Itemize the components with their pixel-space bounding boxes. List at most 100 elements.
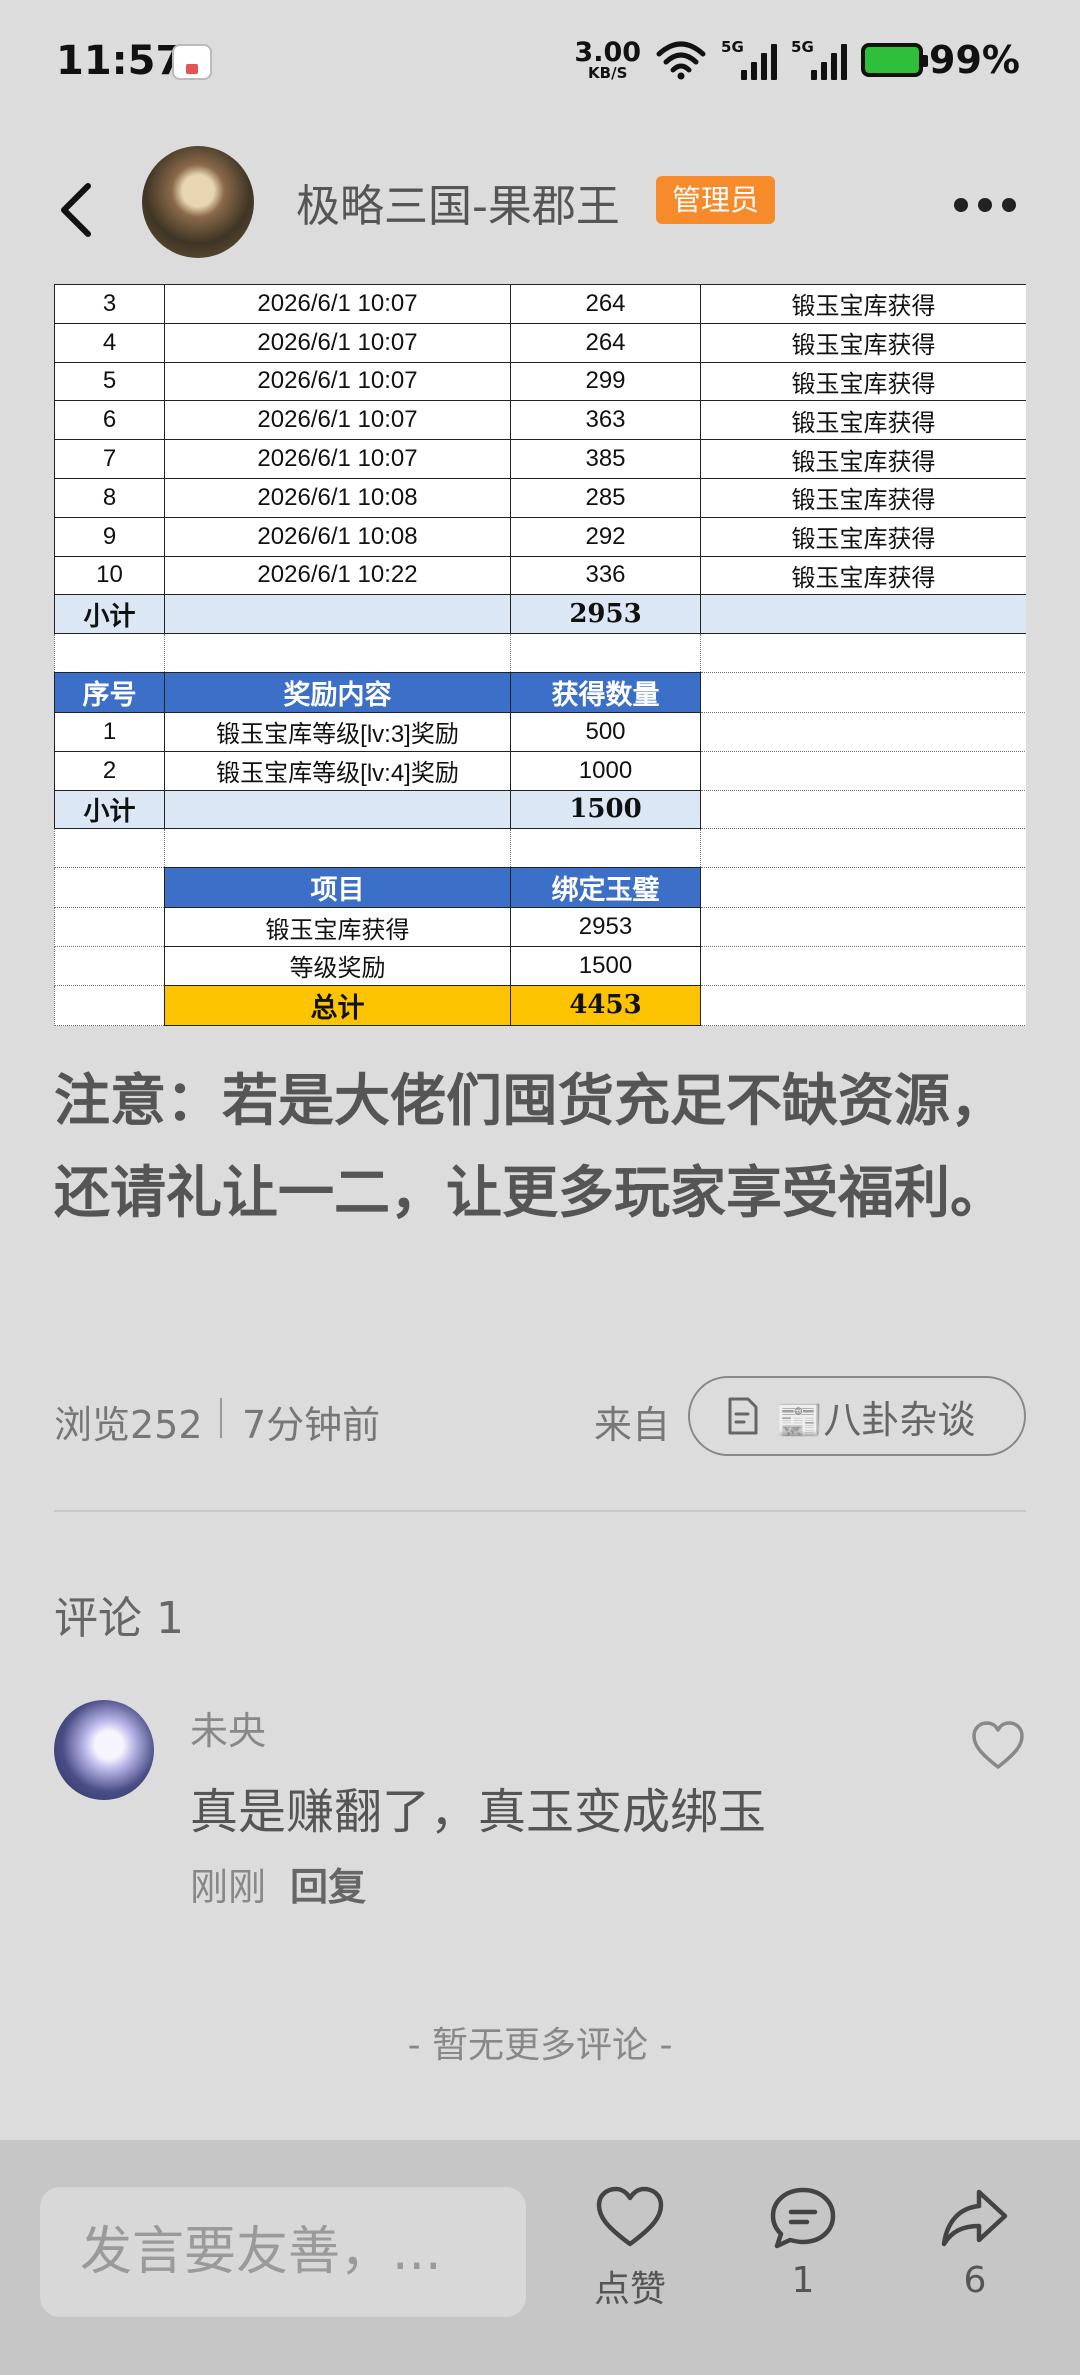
row-value: 2953 — [510, 907, 701, 947]
signal-tag: 5G — [721, 38, 744, 56]
signal-icon: 5G — [791, 38, 848, 80]
row-source: 锻玉宝库获得 — [700, 284, 1026, 324]
reward-header-row: 序号 奖励内容 获得数量 — [54, 671, 1026, 713]
status-bar: 11:57 3.00 KB/S 5G 5G 99% — [0, 0, 1080, 130]
comment-text: 真是赚翻了，真玉变成绑玉 — [190, 1784, 767, 1840]
signal-tag: 5G — [791, 38, 814, 56]
row-source: 锻玉宝库获得 — [700, 400, 1026, 441]
row-time: 2026/6/1 10:22 — [164, 555, 511, 596]
table-row: 10 2026/6/1 10:22 336 锻玉宝库获得 — [54, 555, 1026, 596]
comments-heading: 评论 1 — [54, 1593, 184, 1644]
table-row: 4 2026/6/1 10:07 264 锻玉宝库获得 — [54, 322, 1026, 363]
document-icon — [728, 1397, 758, 1435]
post-header: 极略三国-果郡王 管理员 — [0, 140, 1080, 270]
notification-icon — [172, 44, 212, 80]
row-no: 7 — [54, 439, 165, 479]
share-count: 6 — [963, 2260, 987, 2301]
status-icons: 3.00 KB/S 5G 5G 99% — [574, 38, 1020, 82]
post-notice-text: 注意：若是大佬们囤货充足不缺资源，还请礼让一二，让更多玩家享受福利。 — [54, 1069, 1006, 1226]
row-source: 锻玉宝库获得 — [700, 439, 1026, 479]
total-label: 总计 — [164, 984, 511, 1026]
row-no: 6 — [54, 400, 165, 441]
subtotal-row: 小计 2953 — [54, 594, 1026, 635]
table-row: 锻玉宝库获得 2953 — [54, 907, 1026, 947]
subtotal-value: 1500 — [510, 789, 701, 830]
comment-like-icon[interactable] — [970, 1720, 1026, 1772]
author-name[interactable]: 极略三国-果郡王 — [296, 170, 620, 234]
comment-count: 1 — [791, 2260, 815, 2301]
row-amount: 264 — [510, 322, 701, 363]
net-speed: 3.00 KB/S — [574, 39, 641, 81]
column-header: 奖励内容 — [164, 671, 511, 713]
source-board-name: 📰八卦杂谈 — [776, 1397, 976, 1442]
comment-button[interactable]: 1 — [743, 2186, 863, 2301]
battery-percent: 99% — [929, 38, 1020, 82]
table-row: 5 2026/6/1 10:07 299 锻玉宝库获得 — [54, 361, 1026, 402]
from-label: 来自 — [594, 1403, 671, 1447]
author-avatar[interactable] — [142, 146, 254, 258]
row-no: 5 — [54, 361, 165, 402]
subtotal-label: 小计 — [54, 594, 165, 635]
empty-cell — [164, 789, 511, 830]
subtotal-row: 小计 1500 — [54, 789, 1026, 830]
column-header: 获得数量 — [510, 671, 701, 713]
row-value: 1500 — [510, 945, 701, 986]
admin-badge: 管理员 — [656, 176, 776, 224]
post-image-spreadsheet[interactable]: 3 2026/6/1 10:07 264 锻玉宝库获得 4 2026/6/1 10:07… — [54, 284, 1026, 1026]
section-divider — [54, 1510, 1026, 1512]
row-amount: 363 — [510, 400, 701, 441]
empty-cell — [700, 594, 1026, 635]
bottom-action-bar: 发言要友善，... 点赞 1 6 — [0, 2140, 1080, 2375]
row-amount: 285 — [510, 477, 701, 518]
column-header: 绑定玉璧 — [510, 867, 701, 909]
row-amount: 500 — [510, 711, 701, 752]
row-source: 锻玉宝库获得 — [700, 477, 1026, 518]
net-speed-unit: KB/S — [588, 64, 628, 82]
back-arrow-icon[interactable] — [52, 180, 102, 240]
row-time: 2026/6/1 10:08 — [164, 477, 511, 518]
like-label: 点赞 — [593, 2269, 666, 2310]
more-options-icon[interactable] — [954, 198, 1016, 212]
table-row: 3 2026/6/1 10:07 264 锻玉宝库获得 — [54, 284, 1026, 324]
row-amount: 292 — [510, 516, 701, 557]
view-count: 浏览252 — [54, 1403, 203, 1447]
row-time: 2026/6/1 10:07 — [164, 400, 511, 441]
signal-icon: 5G — [721, 38, 778, 80]
row-item: 等级奖励 — [164, 945, 511, 986]
row-no: 8 — [54, 477, 165, 518]
row-no: 4 — [54, 322, 165, 363]
table-row: 等级奖励 1500 — [54, 945, 1026, 986]
row-time: 2026/6/1 10:07 — [164, 361, 511, 402]
table-row: 7 2026/6/1 10:07 385 锻玉宝库获得 — [54, 439, 1026, 479]
row-content: 锻玉宝库等级[lv:4]奖励 — [164, 750, 511, 791]
comment-bubble-icon — [770, 2187, 836, 2249]
source-board-button[interactable]: 📰八卦杂谈 — [688, 1376, 1026, 1456]
summary-header-row: 项目 绑定玉璧 — [54, 867, 1026, 909]
row-no: 2 — [54, 750, 165, 791]
comment-input[interactable]: 发言要友善，... — [40, 2187, 526, 2317]
post-meta: 浏览252 7分钟前 来自 📰八卦杂谈 — [54, 1376, 1026, 1458]
row-source: 锻玉宝库获得 — [700, 361, 1026, 402]
row-source: 锻玉宝库获得 — [700, 516, 1026, 557]
commenter-name[interactable]: 未央 — [190, 1700, 266, 1755]
subtotal-value: 2953 — [510, 594, 701, 635]
total-row: 总计 4453 — [54, 984, 1026, 1026]
battery-indicator: 99% — [861, 38, 1020, 82]
share-button[interactable]: 6 — [915, 2186, 1035, 2301]
spacer-row — [54, 828, 1026, 869]
commenter-avatar[interactable] — [54, 1700, 154, 1800]
net-speed-value: 3.00 — [574, 37, 642, 68]
reward-table: 3 2026/6/1 10:07 264 锻玉宝库获得 4 2026/6/1 10:07… — [54, 284, 1026, 1026]
row-time: 2026/6/1 10:07 — [164, 322, 511, 363]
comment-time: 刚刚 — [190, 1865, 267, 1909]
table-row: 2 锻玉宝库等级[lv:4]奖励 1000 — [54, 750, 1026, 791]
comment-item: 未央 真是赚翻了，真玉变成绑玉 刚刚 回复 — [54, 1700, 1026, 1920]
reply-button[interactable]: 回复 — [290, 1856, 366, 1911]
meta-divider — [220, 1398, 222, 1438]
row-time: 2026/6/1 10:07 — [164, 439, 511, 479]
like-button[interactable]: 点赞 — [570, 2186, 690, 2312]
no-more-comments: - 暂无更多评论 - — [407, 2025, 673, 2066]
status-time: 11:57 — [56, 38, 184, 84]
row-time: 2026/6/1 10:08 — [164, 516, 511, 557]
wifi-icon — [656, 41, 706, 80]
